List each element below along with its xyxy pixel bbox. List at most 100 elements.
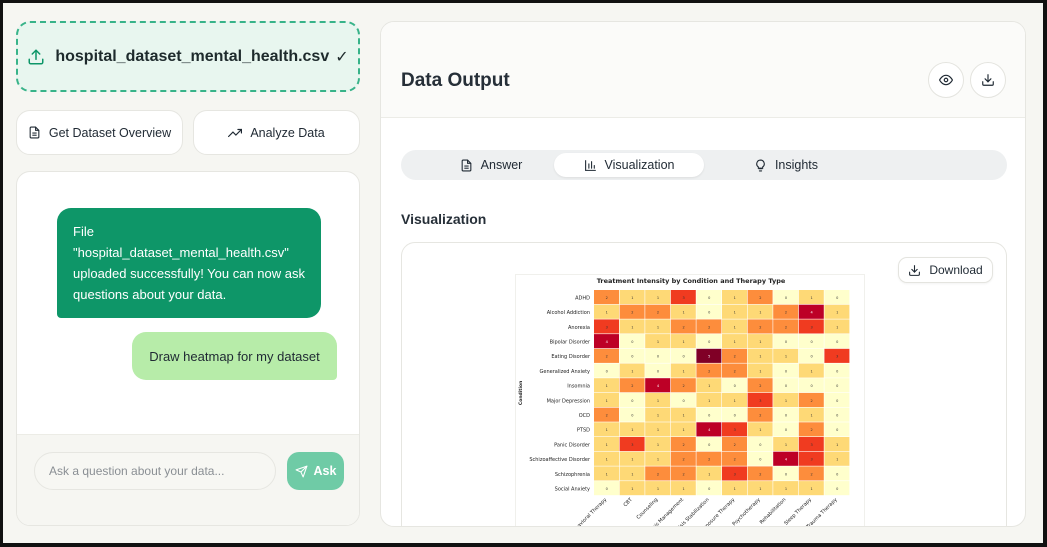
uploaded-file-dropzone[interactable]: hospital_dataset_mental_health.csv ✓ (16, 21, 360, 92)
cell-value-label: 2 (759, 325, 761, 329)
cell-value-label: 1 (734, 487, 736, 491)
cell-value-label: 1 (631, 325, 633, 329)
cell-value-label: 1 (631, 296, 633, 300)
cell-value-label: 0 (785, 369, 787, 373)
cell-value-label: 2 (682, 325, 684, 329)
cell-value-label: 2 (606, 296, 608, 300)
ask-button[interactable]: Ask (287, 452, 344, 490)
eye-icon (939, 74, 953, 86)
cell-value-label: 3 (759, 399, 761, 403)
cell-value-label: 0 (631, 413, 633, 417)
cell-value-label: 0 (682, 355, 684, 359)
cell-value-label: 2 (810, 472, 812, 476)
row-tick-label: Bipolar Disorder (550, 339, 591, 345)
cell-value-label: 0 (785, 472, 787, 476)
y-axis-label: Condition (518, 381, 524, 405)
preview-button[interactable] (928, 62, 964, 98)
cell-value-label: 2 (734, 443, 736, 447)
row-tick-label: Social Anxiety (555, 486, 590, 492)
cell-value-label: 0 (810, 384, 812, 388)
download-icon (982, 74, 994, 86)
cell-value-label: 5 (708, 355, 710, 359)
cell-value-label: 3 (631, 443, 633, 447)
cell-value-label: 0 (734, 384, 736, 388)
cell-value-label: 1 (657, 325, 659, 329)
cell-value-label: 3 (836, 355, 838, 359)
row-tick-label: Anorexia (568, 325, 590, 331)
column-tick-label: Counseling (636, 497, 660, 521)
cell-value-label: 1 (759, 487, 761, 491)
cell-value-label: 0 (810, 355, 812, 359)
cell-value-label: 0 (708, 487, 710, 491)
cell-value-label: 1 (734, 311, 736, 315)
tab-answer[interactable]: Answer (431, 153, 551, 177)
column-tick-label: CBT (623, 496, 635, 508)
cell-value-label: 3 (810, 325, 812, 329)
panel-title: Data Output (401, 70, 510, 91)
cell-value-label: 0 (606, 487, 608, 491)
analyze-data-button[interactable]: Analyze Data (193, 110, 360, 155)
cell-value-label: 2 (708, 458, 710, 462)
cell-value-label: 1 (785, 487, 787, 491)
cell-value-label: 2 (657, 472, 659, 476)
row-tick-label: Alcohol Addiction (547, 310, 590, 316)
cell-value-label: 0 (631, 340, 633, 344)
cell-value-label: 2 (631, 311, 633, 315)
get-dataset-overview-button[interactable]: Get Dataset Overview (16, 110, 183, 155)
tab-label: Insights (774, 158, 819, 172)
cell-value-label: 1 (759, 428, 761, 432)
cell-value-label: 0 (708, 443, 710, 447)
user-message: Draw heatmap for my dataset (132, 332, 337, 380)
cell-value-label: 1 (785, 355, 787, 359)
cell-value-label: 2 (810, 399, 812, 403)
cell-value-label: 0 (785, 428, 787, 432)
column-tick-label: Behavioral Therapy (569, 497, 608, 527)
cell-value-label: 2 (682, 443, 684, 447)
cell-value-label: 0 (734, 413, 736, 417)
data-output-panel: Data Output Answer Visualization Insight… (380, 21, 1026, 527)
cell-value-label: 1 (682, 487, 684, 491)
tab-visualization[interactable]: Visualization (554, 153, 704, 177)
heatmap-image: Treatment Intensity by Condition and The… (515, 274, 890, 527)
cell-value-label: 0 (785, 296, 787, 300)
cell-value-label: 1 (734, 296, 736, 300)
document-icon (29, 126, 40, 139)
question-input[interactable] (34, 452, 276, 490)
chart-title: Treatment Intensity by Condition and The… (597, 277, 786, 285)
cell-value-label: 1 (631, 428, 633, 432)
cell-value-label: 1 (785, 443, 787, 447)
cell-value-label: 2 (682, 384, 684, 388)
tab-insights[interactable]: Insights (731, 153, 841, 177)
export-button[interactable] (970, 62, 1006, 98)
cell-value-label: 3 (810, 443, 812, 447)
upload-icon (28, 49, 44, 64)
overview-button-label: Get Dataset Overview (48, 125, 172, 140)
cell-value-label: 1 (606, 443, 608, 447)
cell-value-label: 2 (657, 311, 659, 315)
cell-value-label: 1 (836, 458, 838, 462)
panel-header: Data Output (381, 22, 1025, 118)
cell-value-label: 2 (759, 296, 761, 300)
cell-value-label: 0 (657, 369, 659, 373)
row-tick-label: Insomnia (567, 384, 590, 390)
cell-value-label: 0 (708, 296, 710, 300)
row-tick-label: PTSD (577, 428, 590, 434)
cell-value-label: 1 (606, 428, 608, 432)
cell-value-label: 2 (606, 413, 608, 417)
cell-value-label: 3 (682, 296, 684, 300)
cell-value-label: 0 (759, 458, 761, 462)
cell-value-label: 1 (657, 340, 659, 344)
cell-value-label: 1 (657, 413, 659, 417)
system-message: File "hospital_dataset_mental_health.csv… (57, 208, 321, 318)
row-tick-label: OCD (579, 413, 590, 419)
ask-button-label: Ask (313, 464, 337, 478)
row-tick-label: Schizoaffective Disorder (529, 457, 591, 463)
cell-value-label: 1 (657, 399, 659, 403)
download-chart-button[interactable]: Download (898, 257, 993, 283)
cell-value-label: 1 (682, 311, 684, 315)
cell-value-label: 1 (606, 472, 608, 476)
cell-value-label: 1 (785, 399, 787, 403)
cell-value-label: 0 (836, 428, 838, 432)
cell-value-label: 0 (836, 399, 838, 403)
download-label: Download (929, 263, 983, 277)
